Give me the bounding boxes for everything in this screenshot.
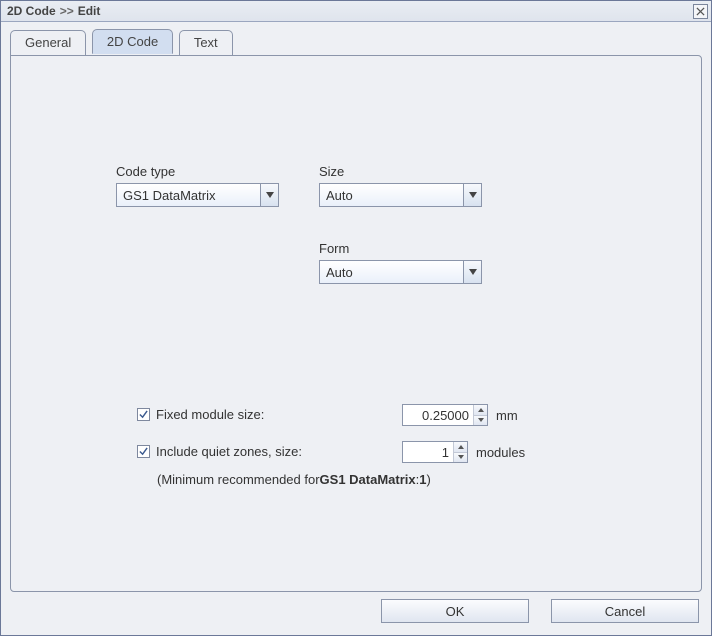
size-value: Auto xyxy=(320,184,463,206)
title-separator: >> xyxy=(60,4,74,18)
fixed-module-size-spinner xyxy=(473,405,487,425)
fixed-module-size-spin-up[interactable] xyxy=(474,405,487,416)
fixed-module-size-value: 0.25000 xyxy=(403,405,473,425)
chevron-down-icon xyxy=(478,418,484,422)
size-label: Size xyxy=(319,164,344,179)
dialog-buttons: OK Cancel xyxy=(381,599,699,623)
fixed-module-size-spin-down[interactable] xyxy=(474,416,487,426)
client-area: General 2D Code Text Code type GS1 DataM… xyxy=(10,29,702,591)
form-area: Code type GS1 DataMatrix Size Auto xyxy=(11,56,701,591)
tab-2d-code[interactable]: 2D Code xyxy=(92,29,173,54)
form-dropdown-button[interactable] xyxy=(463,261,481,283)
chevron-down-icon xyxy=(458,455,464,459)
tab-text[interactable]: Text xyxy=(179,30,233,55)
ok-button-label: OK xyxy=(446,604,465,619)
form-label: Form xyxy=(319,241,349,256)
check-icon xyxy=(139,447,148,456)
chevron-up-icon xyxy=(458,445,464,449)
tab-panel: Code type GS1 DataMatrix Size Auto xyxy=(10,55,702,592)
chevron-down-icon xyxy=(266,192,274,198)
title-part2: Edit xyxy=(78,4,101,18)
chevron-down-icon xyxy=(469,269,477,275)
form-select[interactable]: Auto xyxy=(319,260,482,284)
code-type-dropdown-button[interactable] xyxy=(260,184,278,206)
close-icon xyxy=(696,7,705,16)
min-rec-val: 1 xyxy=(419,472,426,487)
size-select[interactable]: Auto xyxy=(319,183,482,207)
fixed-module-size-value-row: 0.25000 mm xyxy=(402,404,518,426)
fixed-module-size-row: Fixed module size: xyxy=(137,407,264,422)
quiet-zones-spinner xyxy=(453,442,467,462)
form-group: Form Auto xyxy=(319,241,482,284)
tab-2d-code-label: 2D Code xyxy=(107,34,158,49)
titlebar: 2D Code >> Edit xyxy=(1,1,711,22)
quiet-zones-input[interactable]: 1 xyxy=(402,441,468,463)
quiet-zones-checkbox[interactable] xyxy=(137,445,150,458)
quiet-zones-value: 1 xyxy=(403,442,453,462)
check-icon xyxy=(139,410,148,419)
quiet-zones-label: Include quiet zones, size: xyxy=(156,444,302,459)
tab-row: General 2D Code Text xyxy=(10,29,702,55)
ok-button[interactable]: OK xyxy=(381,599,529,623)
quiet-zones-spin-down[interactable] xyxy=(454,453,467,463)
quiet-zones-unit: modules xyxy=(476,445,525,460)
minimum-recommended-text: (Minimum recommended for GS1 DataMatrix … xyxy=(157,472,431,487)
tab-text-label: Text xyxy=(194,35,218,50)
form-value: Auto xyxy=(320,261,463,283)
fixed-module-size-checkbox[interactable] xyxy=(137,408,150,421)
min-rec-b: GS1 DataMatrix xyxy=(320,472,416,487)
chevron-up-icon xyxy=(478,408,484,412)
code-type-value: GS1 DataMatrix xyxy=(117,184,260,206)
quiet-zones-value-row: 1 modules xyxy=(402,441,525,463)
size-group: Size Auto xyxy=(319,164,482,207)
cancel-button-label: Cancel xyxy=(605,604,645,619)
code-type-label: Code type xyxy=(116,164,175,179)
close-button[interactable] xyxy=(693,4,708,19)
code-type-select[interactable]: GS1 DataMatrix xyxy=(116,183,279,207)
dialog-window: 2D Code >> Edit General 2D Code Text Cod… xyxy=(0,0,712,636)
min-rec-post: ) xyxy=(427,472,431,487)
chevron-down-icon xyxy=(469,192,477,198)
title-part1: 2D Code xyxy=(7,4,56,18)
quiet-zones-row: Include quiet zones, size: xyxy=(137,444,302,459)
fixed-module-size-input[interactable]: 0.25000 xyxy=(402,404,488,426)
fixed-module-size-unit: mm xyxy=(496,408,518,423)
code-type-group: Code type GS1 DataMatrix xyxy=(116,164,279,207)
size-dropdown-button[interactable] xyxy=(463,184,481,206)
tab-general-label: General xyxy=(25,35,71,50)
quiet-zones-spin-up[interactable] xyxy=(454,442,467,453)
fixed-module-size-label: Fixed module size: xyxy=(156,407,264,422)
cancel-button[interactable]: Cancel xyxy=(551,599,699,623)
min-rec-pre: (Minimum recommended for xyxy=(157,472,320,487)
tab-general[interactable]: General xyxy=(10,30,86,55)
